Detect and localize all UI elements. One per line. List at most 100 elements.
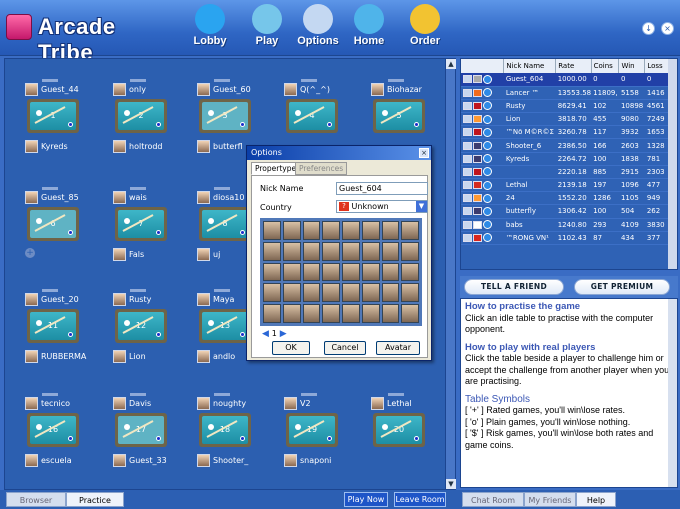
ranking-row[interactable]: ™Nō M©R©Σ 3260.78 117 3932 1653 <box>461 125 669 140</box>
ranking-scrollbar[interactable] <box>668 59 677 269</box>
pool-table[interactable]: 11 <box>27 309 79 343</box>
avatar-option[interactable] <box>302 262 321 282</box>
ranking-row[interactable]: Shooter_6 2386.50 166 2603 1328 <box>461 138 669 153</box>
ranking-row[interactable]: Lethal 2139.18 197 1096 477 <box>461 178 669 193</box>
pool-table[interactable]: 8 <box>199 207 251 241</box>
help-scrollbar[interactable] <box>668 299 677 487</box>
player-bottom[interactable]: butterfl <box>197 140 243 154</box>
pool-table[interactable]: 16 <box>27 413 79 447</box>
player-bottom[interactable]: snaponi <box>284 454 331 468</box>
get-premium-button[interactable]: Get Premium <box>574 279 670 295</box>
ok-button[interactable]: OK <box>272 341 310 355</box>
avatar-option[interactable] <box>263 262 281 282</box>
pool-table[interactable]: 12 <box>115 309 167 343</box>
avatar-option[interactable] <box>282 262 301 282</box>
ranking-header-coins[interactable]: Coins <box>591 59 620 73</box>
scroll-down-arrow-icon[interactable]: ▼ <box>446 479 456 489</box>
nav-lobby-button[interactable]: Lobby <box>181 2 239 52</box>
pool-table[interactable]: 3 <box>199 99 251 133</box>
leave-room-button[interactable]: Leave Room <box>394 492 446 507</box>
ranking-row[interactable]: Kyreds 2264.72 100 1838 781 <box>461 152 669 166</box>
pool-table[interactable]: 4 <box>286 99 338 133</box>
avatar-option[interactable] <box>361 221 380 240</box>
player-bottom[interactable]: holtrodd <box>113 140 163 154</box>
avatar-option[interactable] <box>322 221 340 240</box>
tell-a-friend-button[interactable]: Tell a Friend <box>464 279 564 295</box>
ranking-row[interactable]: 24 1552.20 1286 1105 949 <box>461 191 669 206</box>
player-top[interactable]: Guest_85 <box>25 187 79 205</box>
player-top[interactable]: diosa10 <box>197 187 244 205</box>
player-bottom[interactable]: uj <box>197 248 220 262</box>
avatar-option[interactable] <box>381 262 400 282</box>
cancel-button[interactable]: Cancel <box>324 341 366 355</box>
avatar-option[interactable] <box>322 283 340 303</box>
tab-chat-room[interactable]: Chat Room <box>462 492 524 507</box>
avatar-option[interactable] <box>401 304 419 323</box>
avatar-option[interactable] <box>282 283 301 303</box>
avatar-option[interactable] <box>302 304 321 323</box>
lobby-scrollbar[interactable]: ▲ ▼ <box>445 59 456 489</box>
avatar-option[interactable] <box>342 283 360 303</box>
pool-table[interactable]: 13 <box>199 309 251 343</box>
dialog-close-button[interactable]: × <box>419 148 429 158</box>
avatar-option[interactable] <box>322 241 340 261</box>
player-top[interactable]: Guest_20 <box>25 289 79 307</box>
avatar-option[interactable] <box>401 241 419 261</box>
close-button[interactable]: × <box>661 22 674 35</box>
player-top[interactable]: wais <box>113 187 147 205</box>
player-top[interactable]: Maya <box>197 289 234 307</box>
player-top[interactable]: Lethal <box>371 393 412 411</box>
player-top[interactable]: only <box>113 79 146 97</box>
tab-practice[interactable]: Practice <box>66 492 124 507</box>
ranking-row[interactable]: Rusty 8629.41 102 10898 4561 <box>461 99 669 114</box>
player-top[interactable]: V2 <box>284 393 317 411</box>
avatar-option[interactable] <box>263 304 281 323</box>
player-top[interactable]: Q(^_^) <box>284 79 330 97</box>
avatar-option[interactable] <box>381 283 400 303</box>
pool-table[interactable]: 6 <box>27 207 79 241</box>
pool-table[interactable]: 17 <box>115 413 167 447</box>
avatar-button[interactable]: Avatar <box>376 341 420 355</box>
avatar-option[interactable] <box>361 304 380 323</box>
player-bottom[interactable]: Lion <box>113 350 146 364</box>
pool-table[interactable]: 2 <box>115 99 167 133</box>
player-bottom[interactable]: Shooter_ <box>197 454 248 468</box>
add-seat-icon[interactable]: + <box>25 248 35 258</box>
player-bottom[interactable]: andlo <box>197 350 235 364</box>
avatar-option[interactable] <box>302 241 321 261</box>
nav-home-button[interactable]: Home <box>340 2 398 52</box>
player-top[interactable]: Guest_44 <box>25 79 79 97</box>
pool-table[interactable]: 5 <box>373 99 425 133</box>
avatar-option[interactable] <box>401 221 419 240</box>
ranking-row[interactable]: Guest_604 1000.00 0 0 0 <box>461 73 669 87</box>
minimize-button[interactable]: ↓ <box>642 22 656 35</box>
player-bottom[interactable]: escuela <box>25 454 72 468</box>
avatar-option[interactable] <box>361 283 380 303</box>
pool-table[interactable]: 19 <box>286 413 338 447</box>
prev-page-icon[interactable]: ◀ <box>262 329 269 339</box>
pool-table[interactable]: 20 <box>373 413 425 447</box>
pool-table[interactable]: 18 <box>199 413 251 447</box>
avatar-option[interactable] <box>381 221 400 240</box>
empty-seat[interactable]: + <box>25 248 35 262</box>
ranking-header-rate[interactable]: Rate <box>555 59 592 73</box>
player-top[interactable]: Biohazar <box>371 79 422 97</box>
tab-preferences[interactable]: Preferences <box>295 162 348 175</box>
avatar-option[interactable] <box>342 304 360 323</box>
next-page-icon[interactable]: ▶ <box>280 329 287 339</box>
avatar-option[interactable] <box>322 262 340 282</box>
tab-my-friends[interactable]: My Friends <box>524 492 576 507</box>
avatar-option[interactable] <box>282 304 301 323</box>
avatar-option[interactable] <box>302 283 321 303</box>
nav-play-button[interactable]: Play <box>238 2 296 52</box>
scroll-up-arrow-icon[interactable]: ▲ <box>446 59 456 69</box>
nav-options-button[interactable]: Options <box>289 2 347 52</box>
player-top[interactable]: tecnico <box>25 393 70 411</box>
avatar-option[interactable] <box>263 283 281 303</box>
pool-table[interactable]: 1 <box>27 99 79 133</box>
play-now-button[interactable]: Play Now <box>344 492 388 507</box>
ranking-row[interactable]: 2220.18 885 2915 2303 <box>461 165 669 180</box>
player-top[interactable]: noughty <box>197 393 246 411</box>
avatar-option[interactable] <box>302 221 321 240</box>
player-bottom[interactable]: RUBBERMA <box>25 350 86 364</box>
